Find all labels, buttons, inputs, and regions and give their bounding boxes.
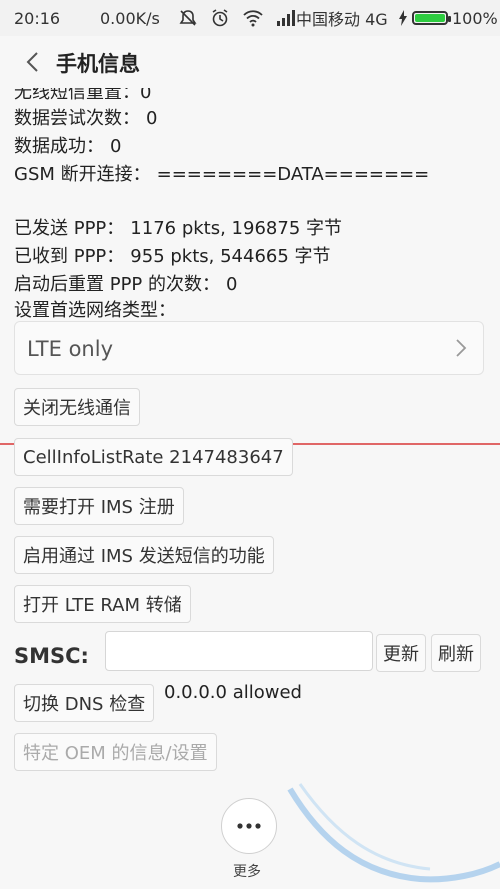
data-attempts-label: 数据尝试次数：	[14, 108, 140, 129]
dns-status: 0.0.0.0 allowed	[164, 682, 302, 703]
status-icons	[178, 8, 296, 28]
smsc-input[interactable]	[105, 631, 373, 671]
gsm-disconnect-value: ========DATA=======	[156, 164, 430, 185]
ppp-received-label: 已收到 PPP：	[14, 246, 125, 267]
alarm-icon	[212, 9, 228, 27]
ppp-reset-label: 启动后重置 PPP 的次数：	[14, 274, 221, 295]
carrier-label: 中国移动 4G	[296, 10, 388, 29]
page-title: 手机信息	[56, 52, 140, 76]
lte-ram-dump-button[interactable]: 打开 LTE RAM 转储	[14, 585, 191, 623]
smsc-label: SMSC:	[14, 644, 89, 668]
info-content[interactable]: 无线短信重置：0 数据尝试次数： 0 数据成功： 0 GSM 断开连接： ======…	[0, 88, 500, 889]
data-attempts-row: 数据尝试次数： 0	[14, 104, 157, 130]
gsm-disconnect-label: GSM 断开连接：	[14, 164, 151, 185]
signal-icon	[277, 10, 295, 26]
title-bar: 手机信息	[0, 36, 500, 88]
smsc-update-button[interactable]: 更新	[376, 634, 426, 672]
ppp-sent-label: 已发送 PPP：	[14, 218, 125, 239]
network-type-label: 设置首选网络类型：	[14, 300, 176, 321]
data-success-label: 数据成功：	[14, 136, 104, 157]
network-type-value: LTE only	[27, 337, 113, 361]
watermark-swoosh-icon	[287, 783, 500, 883]
dns-check-button[interactable]: 切换 DNS 检查	[14, 684, 155, 722]
chevron-left-icon	[26, 52, 38, 72]
charging-icon	[399, 10, 407, 26]
ims-register-button[interactable]: 需要打开 IMS 注册	[14, 487, 184, 525]
network-speed: 0.00K/s	[100, 8, 160, 28]
data-success-row: 数据成功： 0	[14, 132, 121, 158]
status-time: 20:16	[14, 8, 61, 28]
ims-sms-button[interactable]: 启用通过 IMS 发送短信的功能	[14, 536, 274, 574]
oem-settings-button[interactable]: 特定 OEM 的信息/设置	[14, 733, 217, 771]
ppp-received-row: 已收到 PPP： 955 pkts, 544665 字节	[14, 242, 331, 268]
battery-percent: 100%	[452, 8, 498, 28]
wifi-icon	[243, 10, 263, 27]
more-button[interactable]	[221, 798, 277, 854]
radio-off-button[interactable]: 关闭无线通信	[14, 388, 140, 426]
cut-off-line: 无线短信重置：0	[14, 88, 152, 103]
mute-icon	[179, 10, 197, 26]
more-dots-icon	[237, 823, 261, 829]
data-attempts-value: 0	[146, 108, 158, 129]
battery-icon	[412, 11, 451, 25]
ppp-reset-value: 0	[226, 274, 238, 295]
network-type-select[interactable]: LTE only	[14, 321, 484, 375]
back-button[interactable]	[18, 48, 46, 76]
smsc-refresh-button[interactable]: 刷新	[431, 634, 481, 672]
ppp-sent-row: 已发送 PPP： 1176 pkts, 196875 字节	[14, 214, 342, 240]
more-label: 更多	[233, 864, 261, 880]
ppp-reset-row: 启动后重置 PPP 的次数： 0	[14, 270, 237, 296]
ppp-received-value: 955 pkts, 544665 字节	[130, 246, 331, 267]
cellinfo-rate-button[interactable]: CellInfoListRate 2147483647	[14, 438, 293, 476]
battery-indicator: 100%	[398, 9, 498, 28]
data-success-value: 0	[110, 136, 122, 157]
status-bar: 20:16 0.00K/s 中国移动 4G 100%	[0, 0, 500, 36]
ppp-sent-value: 1176 pkts, 196875 字节	[130, 218, 342, 239]
gsm-disconnect-row: GSM 断开连接： ========DATA=======	[14, 160, 429, 186]
chevron-right-icon	[455, 338, 467, 362]
